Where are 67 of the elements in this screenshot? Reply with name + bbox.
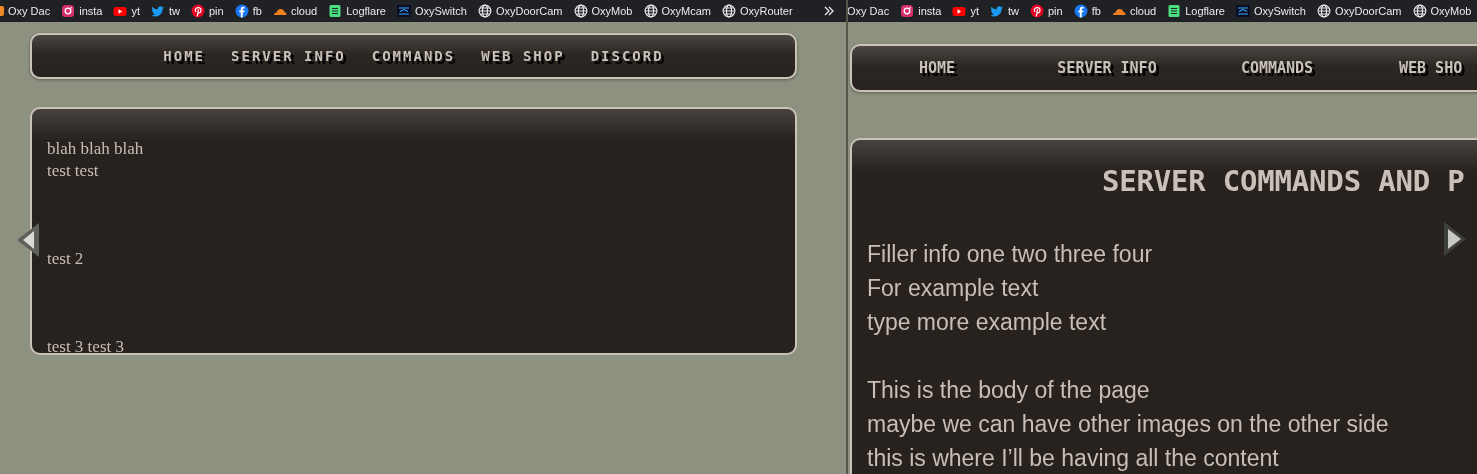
bookmark-link[interactable]: insta (900, 4, 942, 18)
pin-icon (191, 4, 205, 18)
bookmark-link[interactable]: OxyMcam (643, 4, 711, 18)
bookmark-link[interactable]: fb (1073, 4, 1101, 18)
text-line: This is the body of the page (867, 376, 1150, 405)
bookmark-link[interactable]: OxySwitch (396, 4, 467, 18)
globe-icon (477, 4, 492, 18)
bookmark-link[interactable]: OxyRouter (722, 4, 793, 18)
network-icon (396, 4, 411, 18)
bookmark-link[interactable]: pin (191, 4, 224, 18)
document-icon (328, 4, 343, 18)
bookmark-link[interactable]: OxyMob (1412, 4, 1472, 18)
bookmark-link[interactable]: cloud (1111, 4, 1157, 18)
bookmark-link[interactable]: cloud (272, 4, 318, 18)
bird-icon (151, 4, 165, 18)
nav-link[interactable]: SERVER INFO (1022, 59, 1192, 77)
nav-link[interactable]: COMMANDS (371, 48, 456, 64)
camera-icon (900, 4, 915, 18)
text-line: test test (47, 160, 99, 182)
text-line: maybe we can have other images on the other side (867, 410, 1389, 439)
left-arrow-icon[interactable] (15, 221, 41, 259)
nav-link[interactable]: WEB SHO (1399, 59, 1463, 77)
camera-icon (61, 4, 76, 18)
network-icon (1235, 4, 1250, 18)
page-heading: SERVER COMMANDS AND P (1102, 163, 1466, 199)
nav-link[interactable]: HOME (163, 48, 206, 64)
nav-link[interactable]: HOME (852, 59, 1022, 77)
bookmark-link[interactable]: OxyDoorCam (477, 4, 563, 18)
bookmark-link[interactable]: tw (151, 4, 180, 18)
text-line: this is where I’ll be having all the content (867, 444, 1279, 473)
text-line: test 2 (47, 248, 84, 270)
f-icon (234, 4, 249, 18)
nav-link[interactable]: COMMANDS (1192, 59, 1362, 77)
bookmark-link[interactable]: yt (113, 4, 140, 18)
nav-link[interactable]: DISCORD (590, 48, 664, 64)
pin-icon (1030, 4, 1044, 18)
globe-icon (722, 4, 736, 18)
globe-icon (573, 4, 588, 18)
globe-icon (643, 4, 658, 18)
bookmark-link[interactable]: OxyDoorCam (1316, 4, 1402, 18)
nav-link[interactable]: SERVER INFO (231, 48, 346, 64)
bookmark-link[interactable]: insta (61, 4, 103, 18)
bookmark-link[interactable]: Logflare (328, 4, 386, 18)
bookmark-link[interactable]: pin (1030, 4, 1063, 18)
play-icon (113, 4, 128, 18)
play-icon (952, 4, 967, 18)
bookmark-link[interactable]: OxyMob (573, 4, 633, 18)
f-icon (1073, 4, 1088, 18)
nav-link[interactable]: WEB SHOP (481, 48, 565, 64)
text-line: test 3 test 3 (47, 336, 124, 353)
text-line: For example text (867, 274, 1039, 303)
text-line: type more example text (867, 308, 1107, 337)
bookmark-link[interactable]: yt (952, 4, 979, 18)
bookmark-link[interactable]: fb (234, 4, 262, 18)
text-line: blah blah blah (47, 138, 144, 160)
document-icon (1167, 4, 1182, 18)
bookmark-link[interactable]: Oxy Dac (0, 4, 51, 18)
bookmark-link[interactable]: OxySwitch (1235, 4, 1306, 18)
bookmark-link[interactable]: Oxy Dac (848, 4, 890, 18)
text-line: Filler info one two three four (867, 240, 1153, 269)
globe-icon (1316, 4, 1331, 18)
globe-icon (1412, 4, 1427, 18)
bookmark-link[interactable]: Logflare (1167, 4, 1225, 18)
bookmark-link[interactable]: tw (990, 4, 1019, 18)
overflow-chevron-icon[interactable] (824, 6, 834, 16)
right-arrow-icon[interactable] (1442, 220, 1468, 258)
bird-icon (990, 4, 1004, 18)
